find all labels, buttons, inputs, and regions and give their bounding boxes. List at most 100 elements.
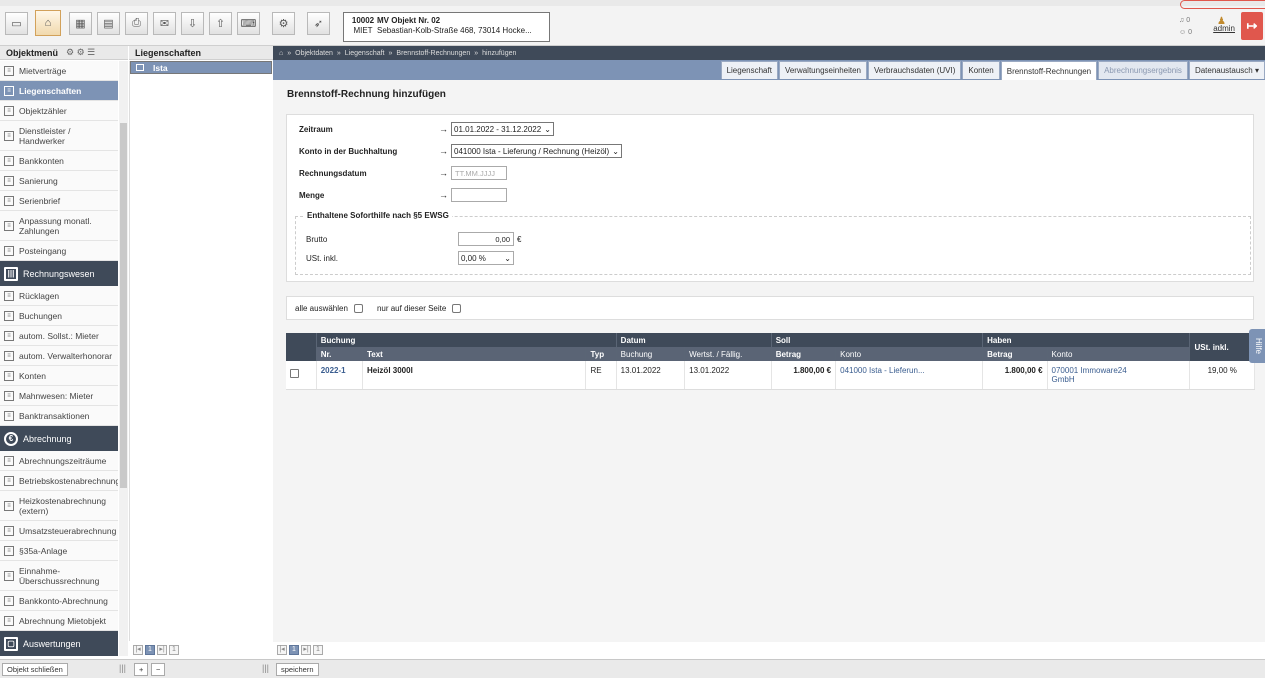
main-content: Brennstoff-Rechnung hinzufügen Zeitraum →… [273,80,1265,642]
sidebar-item-abrechnungszeitraeume[interactable]: ≡ Abrechnungszeiträume [0,451,118,471]
sidebar-item-banktransaktionen[interactable]: ≡ Banktransaktionen [0,406,118,426]
keyboard-icon[interactable]: ⌨ [237,12,260,35]
sidebar-item-bankkonto-abrechnung[interactable]: ≡ Bankkonto-Abrechnung [0,591,118,611]
breadcrumb-item[interactable]: Objektdaten [295,50,333,57]
breadcrumb-item[interactable]: Liegenschaft [345,50,385,57]
close-object-button[interactable]: Objekt schließen [2,663,68,676]
top-toolbar: ▭ ⌂ ▦ ▤ ⎙ ✉ ⇩ ⇧ ⌨ ⚙ ➶ 10002 MV Objekt Nr.… [0,0,1265,46]
inbox-icon[interactable]: ⇩ [181,12,204,35]
sidebar-item-umsatzsteuer[interactable]: ≡ Umsatzsteuerabrechnung [0,521,118,541]
booking-link[interactable]: 2022-1 [321,366,346,375]
document-icon[interactable]: ▤ [97,12,120,35]
col-wertst[interactable]: Wertst. / Fällig. [684,347,772,361]
sidebar-item-35a[interactable]: ≡ §35a-Anlage [0,541,118,561]
sidebar-item-mahnwesen[interactable]: ≡ Mahnwesen: Mieter [0,386,118,406]
current-page[interactable]: 1 [289,645,299,655]
splitter-icon[interactable]: ||| [262,663,269,673]
sidebar-item-eur[interactable]: ≡ Einnahme-Überschussrechnung [0,561,118,591]
sidebar-item-serienbrief[interactable]: ≡ Serienbrief [0,191,118,211]
last-page-icon[interactable]: ▸| [157,645,167,655]
tab-konten[interactable]: Konten [962,61,1000,79]
tab-liegenschaft[interactable]: Liegenschaft [720,61,778,79]
sidebar-group-label: Auswertungen [23,638,81,649]
sidebar-item-liegenschaften[interactable]: ≡ Liegenschaften [0,81,118,101]
zeitraum-select[interactable]: 01.01.2022 - 31.12.2022 ⌄ [451,122,554,136]
last-page-icon[interactable]: ▸| [301,645,311,655]
sidebar-item-label: §35a-Anlage [19,545,68,556]
fax-icon[interactable]: ⎙ [125,12,148,35]
soll-konto-link[interactable]: 041000 Ista - Lieferun... [840,366,925,375]
select-all-checkbox[interactable] [353,303,363,313]
mail-icon[interactable]: ✉ [153,12,176,35]
ust-select[interactable]: 0,00 % ⌄ [458,251,514,265]
sidebar-item-mietvertraege[interactable]: ≡ Mietverträge [0,61,118,81]
tab-verwaltungseinheiten[interactable]: Verwaltungseinheiten [778,61,867,79]
sidebar-item-heizkosten[interactable]: ≡ Heizkostenabrechnung (extern) [0,491,118,521]
sidebar-group-auswertungen[interactable]: ▢ Auswertungen [0,631,118,656]
row-checkbox[interactable] [290,369,299,378]
selection-bar: alle auswählen nur auf dieser Seite [286,296,1254,320]
sidebar-item-objektzaehler[interactable]: ≡ Objektzähler [0,101,118,121]
brutto-input[interactable]: 0,00 [458,232,514,246]
sidebar-tools-icon[interactable]: ⚙ ⚙ ☰ [66,47,95,58]
konto-select[interactable]: 041000 Ista - Lieferung / Rechnung (Heiz… [451,144,622,158]
current-page[interactable]: 1 [145,645,155,655]
user-name[interactable]: admin [1213,24,1235,33]
object-info-box[interactable]: 10002 MV Objekt Nr. 02 MIET Sebastian-Kolb… [343,12,550,42]
scrollbar-thumb[interactable] [120,123,127,488]
help-tab[interactable]: Hilfe [1249,329,1265,363]
sidebar-item-betriebskosten[interactable]: ≡ Betriebskostenabrechnung [0,471,118,491]
rocket-icon[interactable]: ➶ [307,12,330,35]
menge-input[interactable] [451,188,507,202]
breadcrumb-item[interactable]: Brennstoff-Rechnungen [396,50,470,57]
select-page-checkbox[interactable] [452,303,462,313]
col-text[interactable]: Text [362,347,587,361]
sidebar-item-sanierung[interactable]: ≡ Sanierung [0,171,118,191]
col-typ[interactable]: Typ [585,347,617,361]
rechnungsdatum-input[interactable]: TT.MM.JJJJ [451,166,507,180]
expand-button[interactable]: + [134,663,149,676]
sidebar-item-konten[interactable]: ≡ Konten [0,366,118,386]
col-haben-betrag[interactable]: Betrag [982,347,1048,361]
sidebar-item-ruecklagen[interactable]: ≡ Rücklagen [0,286,118,306]
sidebar-group-rechnungswesen[interactable]: ||| Rechnungswesen [0,261,118,286]
col-soll-betrag[interactable]: Betrag [771,347,837,361]
haben-konto-link[interactable]: 070001 Immoware24 GmbH [1052,366,1132,384]
table-row[interactable]: 2022-1 Heizöl 3000l RE 13.01.2022 13.01.… [286,361,1255,390]
col-haben-konto[interactable]: Konto [1047,347,1191,361]
notification-counts[interactable]: ♫ 0 ☺ 0 [1179,15,1192,39]
calendar-icon[interactable]: ▦ [69,12,92,35]
home-small-icon[interactable]: ⌂ [279,50,283,57]
zeitraum-value: 01.01.2022 - 31.12.2022 [454,124,542,134]
tree-item-selected[interactable]: Ista [130,61,272,74]
collapse-button[interactable]: − [151,663,166,676]
sidebar-scrollbar[interactable] [119,61,128,656]
first-page-icon[interactable]: |◂ [277,645,287,655]
sidebar-item-bankkonten[interactable]: ≡ Bankkonten [0,151,118,171]
splitter-icon[interactable]: ||| [119,663,126,673]
sidebar-item-label: Dienstleister / Handwerker [19,125,71,146]
card-icon[interactable]: ▭ [5,12,28,35]
document-icon: ≡ [4,130,14,141]
sidebar-group-abrechnung[interactable]: € Abrechnung [0,426,118,451]
settings-icon[interactable]: ⚙ [272,12,295,35]
col-buchung[interactable]: Buchung [616,347,686,361]
save-button[interactable]: speichern [276,663,319,676]
group-haben: Haben [982,333,1191,347]
tab-datenaustausch[interactable]: Datenaustausch ▾ [1188,61,1265,79]
first-page-icon[interactable]: |◂ [133,645,143,655]
sidebar-item-sollst-mieter[interactable]: ≡ autom. Sollst.: Mieter [0,326,118,346]
col-soll-konto[interactable]: Konto [835,347,984,361]
sidebar-item-dienstleister[interactable]: ≡ Dienstleister / Handwerker [0,121,118,151]
sidebar-item-buchungen[interactable]: ≡ Buchungen [0,306,118,326]
logout-icon[interactable]: ↦ [1241,12,1263,40]
col-nr[interactable]: Nr. [316,347,363,361]
tab-brennstoff-rechnungen[interactable]: Brennstoff-Rechnungen [1000,61,1098,80]
sidebar-item-abrechnung-mietobjekt[interactable]: ≡ Abrechnung Mietobjekt [0,611,118,631]
tab-verbrauchsdaten[interactable]: Verbrauchsdaten (UVI) [868,61,962,79]
home-icon[interactable]: ⌂ [35,10,61,36]
sidebar-item-anpassung[interactable]: ≡ Anpassung monatl. Zahlungen [0,211,118,241]
sidebar-item-verwalterhonorar[interactable]: ≡ autom. Verwalterhonorar [0,346,118,366]
outbox-icon[interactable]: ⇧ [209,12,232,35]
sidebar-item-posteingang[interactable]: ≡ Posteingang [0,241,118,261]
